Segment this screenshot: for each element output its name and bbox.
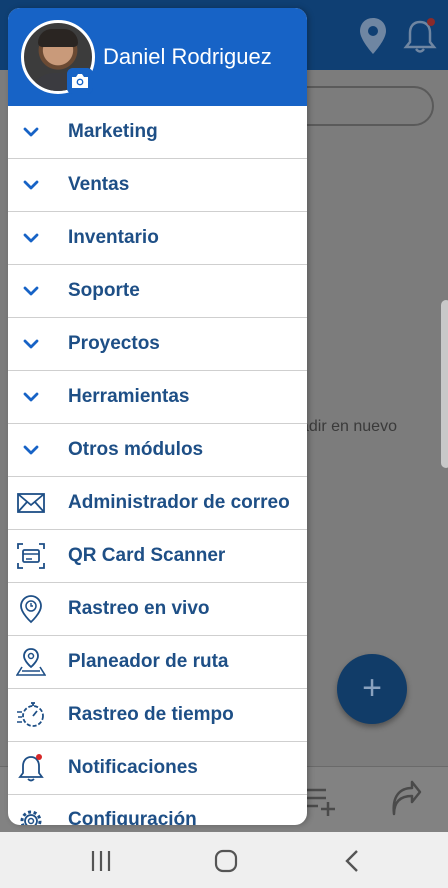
envelope-icon	[17, 493, 45, 513]
menu-item-qr-card-scanner[interactable]: QR Card Scanner	[8, 530, 307, 583]
chevron-down-icon	[23, 127, 39, 137]
card-scanner-icon	[17, 543, 45, 569]
menu-item-rastreo-de-tiempo[interactable]: Rastreo de tiempo	[8, 689, 307, 742]
menu-item-proyectos[interactable]: Proyectos	[8, 318, 307, 371]
chevron-down-icon	[23, 339, 39, 349]
avatar-hair	[38, 29, 78, 47]
menu-item-label: Configuración	[68, 809, 197, 825]
chevron-down-icon	[23, 445, 39, 455]
add-fab-button[interactable]: +	[337, 654, 407, 724]
menu-item-inventario[interactable]: Inventario	[8, 212, 307, 265]
share-arrow-icon[interactable]	[388, 780, 422, 818]
menu-item-label: Marketing	[68, 121, 158, 142]
menu-item-label: Ventas	[68, 174, 130, 195]
menu-item-label: Planeador de ruta	[68, 651, 229, 672]
chevron-down-icon	[23, 392, 39, 402]
menu-item-label: Inventario	[68, 227, 159, 248]
menu-item-soporte[interactable]: Soporte	[8, 265, 307, 318]
camera-icon[interactable]	[67, 68, 93, 94]
menu-item-ventas[interactable]: Ventas	[8, 159, 307, 212]
home-icon[interactable]	[211, 848, 241, 874]
menu-item-label: Administrador de correo	[68, 492, 290, 513]
menu-item-label: Notificaciones	[68, 757, 198, 778]
menu-item-label: Soporte	[68, 280, 140, 301]
menu-item-configuracion[interactable]: Configuración	[8, 795, 307, 825]
system-navigation-bar	[0, 832, 448, 888]
menu-item-rastreo-en-vivo[interactable]: Rastreo en vivo	[8, 583, 307, 636]
notification-bell-icon[interactable]	[402, 16, 438, 56]
stopwatch-icon	[17, 702, 44, 727]
menu-list: Marketing Ventas Inventario Soporte Proy…	[8, 106, 307, 825]
navigation-drawer: Daniel Rodriguez Marketing Ventas Invent…	[8, 8, 307, 825]
bell-icon	[18, 754, 44, 782]
background-text: adir en nuevo	[300, 418, 397, 435]
location-pin-icon[interactable]	[357, 16, 389, 56]
location-clock-icon	[20, 595, 42, 624]
chevron-down-icon	[23, 233, 39, 243]
menu-item-label: QR Card Scanner	[68, 545, 226, 566]
user-name: Daniel Rodriguez	[103, 44, 272, 69]
route-map-icon	[16, 648, 46, 676]
menu-item-notificaciones[interactable]: Notificaciones	[8, 742, 307, 795]
chevron-down-icon	[23, 180, 39, 190]
chevron-down-icon	[23, 286, 39, 296]
menu-item-label: Herramientas	[68, 386, 190, 407]
drawer-header: Daniel Rodriguez	[8, 8, 307, 106]
menu-item-label: Rastreo en vivo	[68, 598, 210, 619]
menu-item-marketing[interactable]: Marketing	[8, 106, 307, 159]
scrollbar[interactable]	[441, 300, 448, 468]
menu-item-administrador-de-correo[interactable]: Administrador de correo	[8, 477, 307, 530]
menu-item-otros-modulos[interactable]: Otros módulos	[8, 424, 307, 477]
gear-icon	[20, 810, 42, 825]
menu-item-label: Otros módulos	[68, 439, 204, 460]
menu-item-planeador-de-ruta[interactable]: Planeador de ruta	[8, 636, 307, 689]
recent-apps-icon[interactable]	[86, 848, 116, 874]
menu-item-label: Rastreo de tiempo	[68, 704, 234, 725]
menu-item-herramientas[interactable]: Herramientas	[8, 371, 307, 424]
back-icon[interactable]	[338, 848, 368, 874]
menu-item-label: Proyectos	[68, 333, 160, 354]
